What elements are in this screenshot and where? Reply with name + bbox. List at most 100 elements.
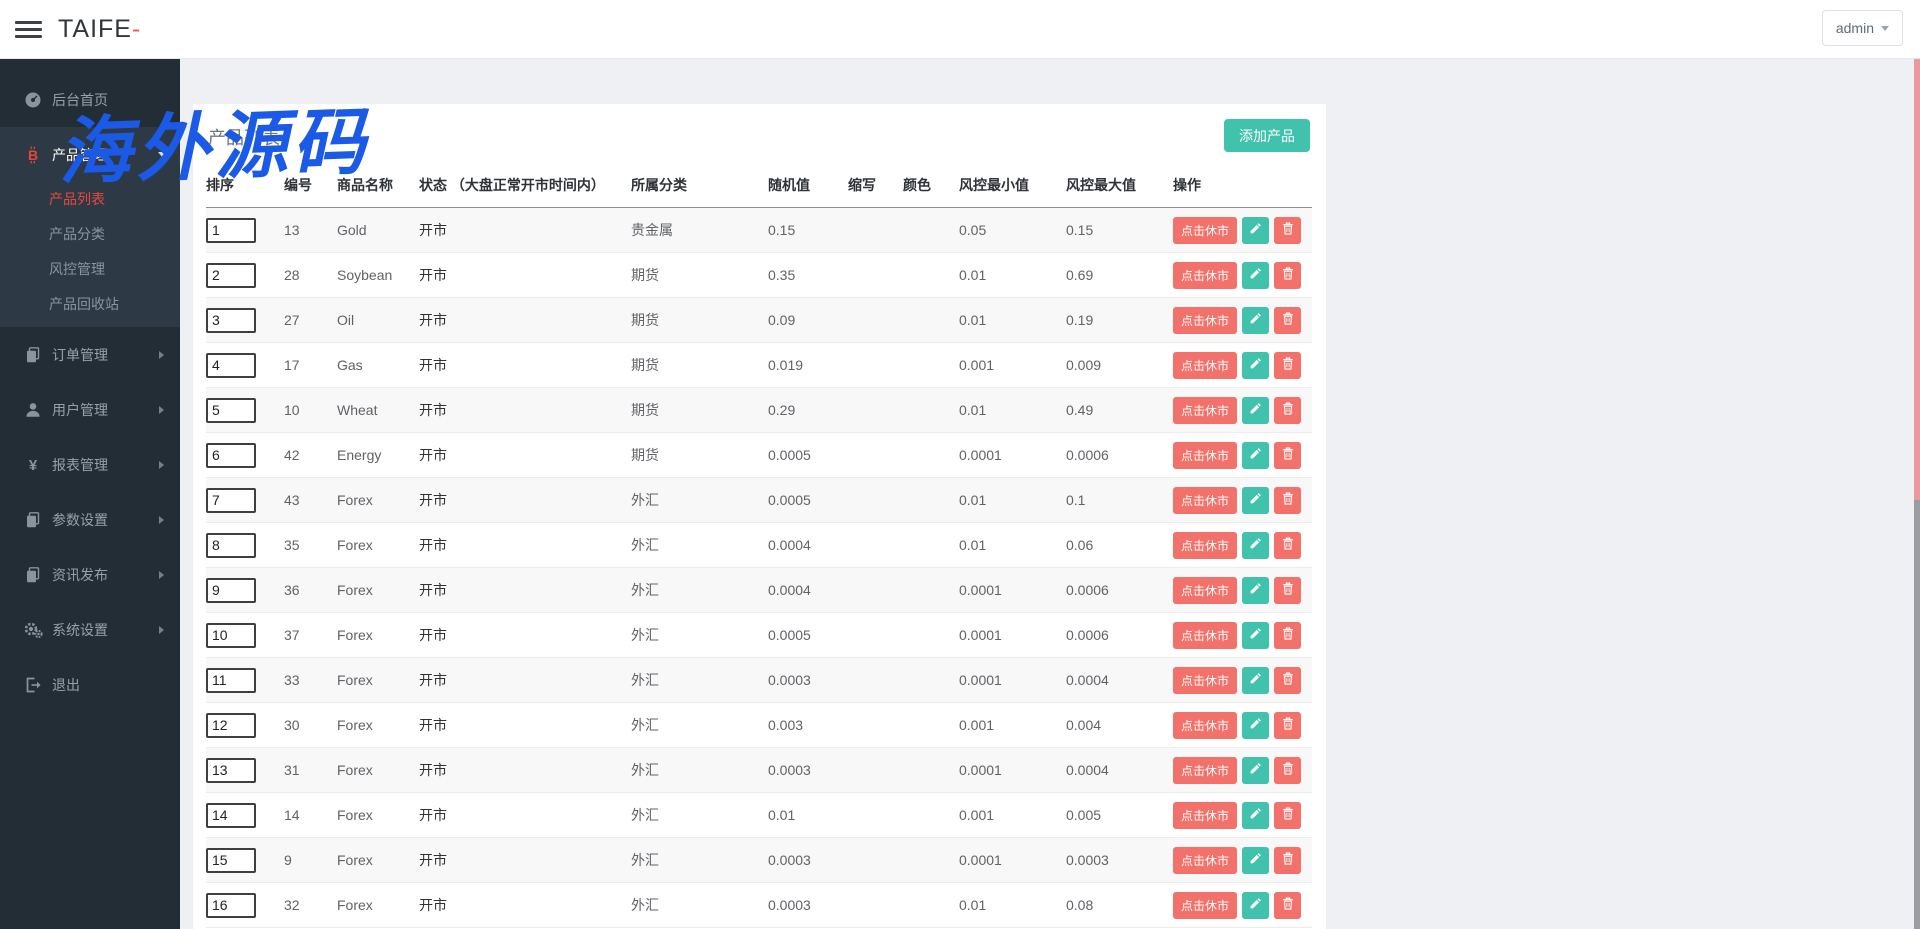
table-row: 10 Wheat 开市 期货 0.29 0.01 0.49 点击休市 bbox=[206, 388, 1312, 433]
sort-input[interactable] bbox=[206, 533, 256, 558]
sort-input[interactable] bbox=[206, 353, 256, 378]
delete-button[interactable] bbox=[1274, 577, 1301, 604]
sidebar-item-product-list[interactable]: 产品列表 bbox=[0, 182, 180, 217]
edit-button[interactable] bbox=[1242, 622, 1269, 649]
close-market-button[interactable]: 点击休市 bbox=[1173, 442, 1237, 469]
delete-button[interactable] bbox=[1274, 262, 1301, 289]
sort-input[interactable] bbox=[206, 443, 256, 468]
sidebar-item-users[interactable]: 用户管理 bbox=[0, 382, 180, 437]
sort-input[interactable] bbox=[206, 668, 256, 693]
sidebar-item-orders[interactable]: 订单管理 bbox=[0, 327, 180, 382]
edit-button[interactable] bbox=[1242, 217, 1269, 244]
close-market-button[interactable]: 点击休市 bbox=[1173, 217, 1237, 244]
sort-input[interactable] bbox=[206, 578, 256, 603]
delete-button[interactable] bbox=[1274, 712, 1301, 739]
sort-input[interactable] bbox=[206, 218, 256, 243]
chevron-right-icon bbox=[159, 351, 164, 359]
edit-button[interactable] bbox=[1242, 712, 1269, 739]
table-row: 27 Oil 开市 期货 0.09 0.01 0.19 点击休市 bbox=[206, 298, 1312, 343]
delete-button[interactable] bbox=[1274, 442, 1301, 469]
sort-input[interactable] bbox=[206, 848, 256, 873]
column-header: 随机值 bbox=[768, 162, 848, 208]
menu-toggle-icon[interactable] bbox=[15, 17, 42, 42]
edit-button[interactable] bbox=[1242, 307, 1269, 334]
status-cell: 开市 bbox=[419, 748, 631, 793]
sidebar-item-parameters[interactable]: 参数设置 bbox=[0, 492, 180, 547]
close-market-button[interactable]: 点击休市 bbox=[1173, 532, 1237, 559]
delete-button[interactable] bbox=[1274, 307, 1301, 334]
close-market-button[interactable]: 点击休市 bbox=[1173, 847, 1237, 874]
random-value-cell: 0.15 bbox=[768, 208, 848, 253]
sidebar-item-risk-management[interactable]: 风控管理 bbox=[0, 252, 180, 287]
edit-button[interactable] bbox=[1242, 577, 1269, 604]
close-market-button[interactable]: 点击休市 bbox=[1173, 577, 1237, 604]
random-value-cell: 0.0005 bbox=[768, 433, 848, 478]
delete-button[interactable] bbox=[1274, 532, 1301, 559]
sort-input[interactable] bbox=[206, 308, 256, 333]
sidebar-item-reports[interactable]: ¥ 报表管理 bbox=[0, 437, 180, 492]
close-market-button[interactable]: 点击休市 bbox=[1173, 307, 1237, 334]
close-market-button[interactable]: 点击休市 bbox=[1173, 892, 1237, 919]
edit-button[interactable] bbox=[1242, 352, 1269, 379]
delete-button[interactable] bbox=[1274, 757, 1301, 784]
sort-input[interactable] bbox=[206, 713, 256, 738]
column-header: 所属分类 bbox=[631, 162, 768, 208]
delete-button[interactable] bbox=[1274, 352, 1301, 379]
sort-input[interactable] bbox=[206, 758, 256, 783]
close-market-button[interactable]: 点击休市 bbox=[1173, 352, 1237, 379]
category-cell: 期货 bbox=[631, 253, 768, 298]
delete-button[interactable] bbox=[1274, 397, 1301, 424]
bitcoin-icon: B bbox=[23, 146, 43, 164]
sort-input[interactable] bbox=[206, 398, 256, 423]
trash-icon bbox=[1282, 852, 1294, 868]
delete-button[interactable] bbox=[1274, 217, 1301, 244]
sidebar-item-product-recycle-bin[interactable]: 产品回收站 bbox=[0, 287, 180, 322]
close-market-button[interactable]: 点击休市 bbox=[1173, 487, 1237, 514]
edit-button[interactable] bbox=[1242, 397, 1269, 424]
delete-button[interactable] bbox=[1274, 802, 1301, 829]
close-market-button[interactable]: 点击休市 bbox=[1173, 262, 1237, 289]
sidebar-item-product-management[interactable]: B 产品管理 bbox=[0, 127, 180, 182]
close-market-button[interactable]: 点击休市 bbox=[1173, 712, 1237, 739]
delete-button[interactable] bbox=[1274, 847, 1301, 874]
page-scrollbar[interactable] bbox=[1914, 59, 1920, 929]
sort-input[interactable] bbox=[206, 488, 256, 513]
delete-button[interactable] bbox=[1274, 487, 1301, 514]
edit-button[interactable] bbox=[1242, 442, 1269, 469]
edit-button[interactable] bbox=[1242, 802, 1269, 829]
status-cell: 开市 bbox=[419, 613, 631, 658]
scrollbar-thumb[interactable] bbox=[1914, 59, 1920, 500]
close-market-button[interactable]: 点击休市 bbox=[1173, 757, 1237, 784]
color-cell bbox=[903, 478, 959, 523]
sort-input[interactable] bbox=[206, 803, 256, 828]
sidebar-item-dashboard[interactable]: 后台首页 bbox=[0, 72, 180, 127]
chevron-right-icon bbox=[159, 571, 164, 579]
edit-button[interactable] bbox=[1242, 757, 1269, 784]
edit-button[interactable] bbox=[1242, 667, 1269, 694]
close-market-button[interactable]: 点击休市 bbox=[1173, 802, 1237, 829]
add-product-button[interactable]: 添加产品 bbox=[1224, 119, 1310, 152]
sidebar-item-logout[interactable]: 退出 bbox=[0, 657, 180, 712]
color-cell bbox=[903, 658, 959, 703]
edit-button[interactable] bbox=[1242, 892, 1269, 919]
sidebar-item-product-category[interactable]: 产品分类 bbox=[0, 217, 180, 252]
risk-min-cell: 0.001 bbox=[959, 793, 1066, 838]
delete-button[interactable] bbox=[1274, 892, 1301, 919]
edit-button[interactable] bbox=[1242, 532, 1269, 559]
edit-button[interactable] bbox=[1242, 847, 1269, 874]
close-market-button[interactable]: 点击休市 bbox=[1173, 397, 1237, 424]
delete-button[interactable] bbox=[1274, 667, 1301, 694]
close-market-button[interactable]: 点击休市 bbox=[1173, 667, 1237, 694]
risk-max-cell: 0.06 bbox=[1066, 523, 1173, 568]
sort-input[interactable] bbox=[206, 263, 256, 288]
sidebar-item-system-settings[interactable]: 系统设置 bbox=[0, 602, 180, 657]
user-dropdown[interactable]: admin bbox=[1822, 10, 1903, 46]
sort-input[interactable] bbox=[206, 623, 256, 648]
sidebar-item-news[interactable]: 资讯发布 bbox=[0, 547, 180, 602]
edit-button[interactable] bbox=[1242, 487, 1269, 514]
delete-button[interactable] bbox=[1274, 622, 1301, 649]
close-market-button[interactable]: 点击休市 bbox=[1173, 622, 1237, 649]
edit-button[interactable] bbox=[1242, 262, 1269, 289]
sort-input[interactable] bbox=[206, 893, 256, 918]
trash-icon bbox=[1282, 357, 1294, 373]
